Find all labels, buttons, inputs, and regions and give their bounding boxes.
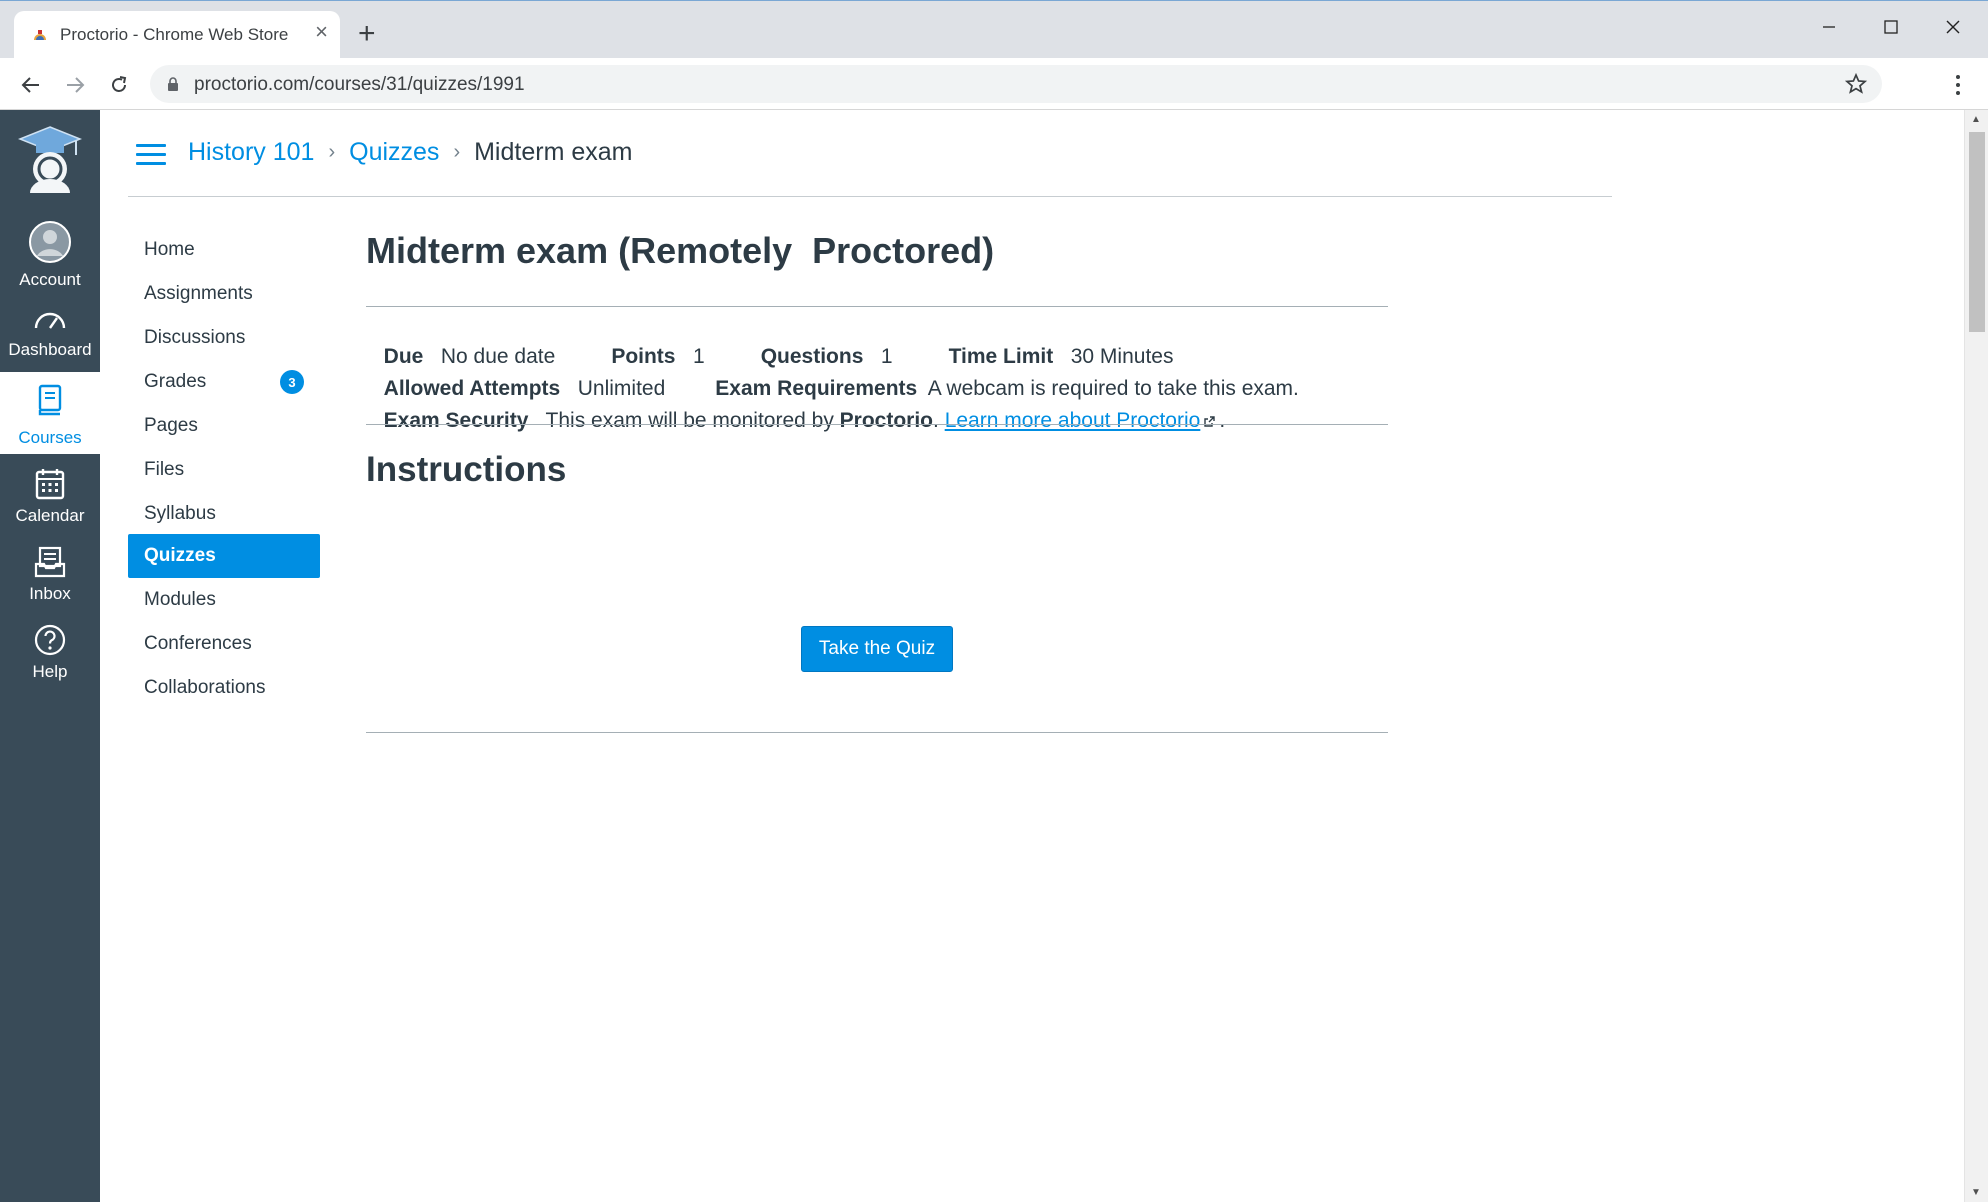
bookmark-star-icon[interactable] — [1844, 72, 1868, 96]
global-nav-help[interactable]: Help — [0, 608, 100, 684]
take-quiz-button[interactable]: Take the Quiz — [801, 626, 953, 672]
course-nav-label: Assignments — [144, 283, 253, 304]
page-scrollbar[interactable]: ▲ ▼ — [1964, 110, 1988, 1202]
help-icon — [0, 624, 100, 656]
browser-tab-bar: Proctorio - Chrome Web Store × + — [0, 0, 1988, 59]
reload-icon — [112, 76, 127, 92]
global-nav-dashboard[interactable]: Dashboard — [0, 294, 100, 370]
graduation-logo-icon — [17, 126, 83, 193]
course-nav-files[interactable]: Files — [128, 448, 320, 492]
course-nav-label: Home — [144, 239, 195, 260]
global-nav-help-label: Help — [32, 662, 68, 681]
course-nav-label: Syllabus — [144, 503, 216, 524]
window-minimize-button[interactable] — [1798, 9, 1860, 45]
calendar-icon — [0, 468, 100, 500]
course-nav-label: Discussions — [144, 327, 246, 348]
quiz-footer-divider — [366, 732, 1388, 733]
breadcrumb-separator: › — [453, 141, 461, 163]
course-nav-home[interactable]: Home — [128, 228, 320, 272]
window-maximize-button[interactable] — [1860, 9, 1922, 45]
breadcrumb-separator: › — [328, 141, 336, 163]
course-nav-pages[interactable]: Pages — [128, 404, 320, 448]
grades-count-badge: 3 — [280, 370, 304, 394]
course-nav-collaborations[interactable]: Collaborations — [128, 666, 320, 710]
account-icon — [0, 220, 100, 264]
courses-icon — [0, 384, 100, 416]
quiz-details-row-3: Exam Security This exam will be monitore… — [383, 409, 1226, 432]
scrollbar-thumb[interactable] — [1969, 132, 1985, 332]
security-brand: Proctorio — [839, 409, 934, 432]
course-nav-label: Collaborations — [144, 677, 266, 698]
breadcrumb-current: Midterm exam — [474, 138, 633, 166]
course-nav-label: Modules — [144, 589, 216, 610]
global-nav-inbox-label: Inbox — [29, 584, 71, 603]
school-logo[interactable] — [0, 110, 100, 210]
page-title: Midterm exam (Remotely Proctored) — [366, 230, 995, 271]
new-tab-button[interactable]: + — [358, 19, 376, 49]
security-label: Exam Security — [383, 409, 529, 432]
proctorio-favicon-icon — [34, 30, 46, 40]
header-divider — [128, 196, 1612, 197]
course-nav-syllabus[interactable]: Syllabus — [128, 492, 320, 536]
course-nav-discussions[interactable]: Discussions — [128, 316, 320, 360]
hamburger-icon — [136, 144, 166, 147]
url-text: proctorio.com/courses/31/quizzes/1991 — [194, 74, 525, 95]
tab-close-icon[interactable]: × — [315, 21, 328, 43]
course-nav-quizzes[interactable]: Quizzes — [128, 534, 320, 578]
scroll-up-arrow-icon[interactable]: ▲ — [1971, 114, 1981, 125]
breadcrumb-quizzes-link[interactable]: Quizzes — [349, 138, 439, 167]
back-arrow-icon — [21, 77, 39, 93]
address-bar[interactable]: proctorio.com/courses/31/quizzes/1991 — [150, 65, 1882, 103]
global-nav-dashboard-label: Dashboard — [8, 340, 92, 359]
hamburger-line — [136, 153, 166, 156]
course-nav-label: Files — [144, 459, 185, 480]
learn-more-proctorio-link[interactable]: Learn more about Proctorio — [945, 409, 1201, 432]
course-nav-assignments[interactable]: Assignments — [128, 272, 320, 316]
global-nav: Account Dashboard Courses Calendar Inbox… — [0, 110, 100, 1202]
global-nav-account-label: Account — [19, 270, 81, 289]
global-nav-calendar-label: Calendar — [15, 506, 85, 525]
global-nav-calendar[interactable]: Calendar — [0, 454, 100, 530]
breadcrumb: History 101 › Quizzes › Midterm exam — [188, 138, 632, 167]
close-icon — [1946, 20, 1960, 34]
browser-menu-button[interactable] — [1945, 68, 1971, 102]
inbox-icon — [0, 546, 100, 578]
breadcrumb-course-link[interactable]: History 101 — [188, 138, 314, 167]
global-nav-courses[interactable]: Courses — [0, 372, 100, 454]
browser-tab[interactable]: Proctorio - Chrome Web Store × — [14, 11, 340, 59]
security-text: This exam will be monitored by — [545, 409, 834, 432]
more-vert-icon — [1956, 75, 1960, 95]
tab-title: Proctorio - Chrome Web Store — [60, 25, 289, 44]
maximize-icon — [1884, 20, 1898, 34]
course-nav-label: Conferences — [144, 633, 252, 654]
global-nav-courses-label: Courses — [18, 428, 82, 447]
course-nav-conferences[interactable]: Conferences — [128, 622, 320, 666]
quiz-details-bottom-divider — [366, 424, 1388, 425]
course-nav-modules[interactable]: Modules — [128, 578, 320, 622]
external-link-icon — [1204, 416, 1216, 427]
course-nav-grades[interactable]: Grades 3 — [128, 360, 320, 404]
course-nav-label: Quizzes — [144, 545, 216, 566]
forward-button[interactable] — [58, 68, 92, 102]
instructions-heading: Instructions — [366, 450, 567, 489]
course-nav-label: Pages — [144, 415, 198, 436]
hamburger-line — [136, 162, 166, 165]
course-nav-label: Grades — [144, 371, 207, 392]
back-button[interactable] — [14, 68, 48, 102]
global-nav-account[interactable]: Account — [0, 214, 100, 290]
browser-toolbar: proctorio.com/courses/31/quizzes/1991 — [0, 58, 1988, 110]
quiz-details-top-divider — [366, 306, 1388, 307]
scroll-down-arrow-icon[interactable]: ▼ — [1971, 1187, 1981, 1198]
minimize-icon — [1823, 26, 1835, 28]
forward-arrow-icon — [67, 77, 85, 93]
lock-icon — [168, 77, 178, 91]
window-close-button[interactable] — [1922, 9, 1984, 45]
reload-button[interactable] — [102, 68, 136, 102]
global-nav-inbox[interactable]: Inbox — [0, 532, 100, 608]
dashboard-icon — [0, 306, 100, 334]
course-menu-toggle[interactable] — [136, 144, 166, 166]
